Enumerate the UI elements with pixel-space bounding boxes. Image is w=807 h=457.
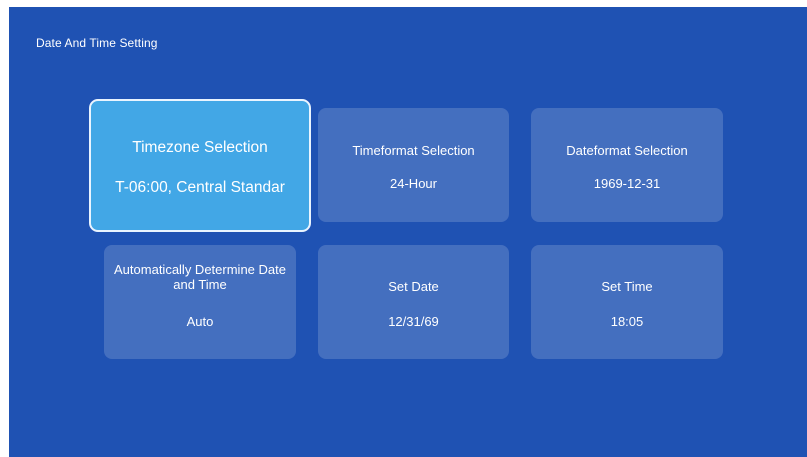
timezone-selection-value: T-06:00, Central Standar bbox=[115, 179, 285, 196]
timezone-selection-label: Timezone Selection bbox=[132, 139, 268, 156]
dateformat-selection-value: 1969-12-31 bbox=[593, 176, 661, 191]
set-time-label: Set Time bbox=[601, 279, 653, 294]
timeformat-selection-value: 24-Hour bbox=[390, 176, 437, 191]
dateformat-selection-label: Dateformat Selection bbox=[566, 143, 688, 158]
set-time-value: 18:05 bbox=[610, 314, 644, 329]
dateformat-selection-tile[interactable]: Dateformat Selection 1969-12-31 bbox=[531, 108, 723, 222]
set-date-label: Set Date bbox=[388, 279, 439, 294]
page-title: Date And Time Setting bbox=[36, 36, 158, 50]
timezone-selection-tile[interactable]: Timezone Selection T-06:00, Central Stan… bbox=[89, 99, 311, 232]
auto-date-time-tile[interactable]: Automatically Determine Date and Time Au… bbox=[104, 245, 296, 359]
set-date-tile[interactable]: Set Date 12/31/69 bbox=[318, 245, 509, 359]
auto-date-time-label: Automatically Determine Date and Time bbox=[114, 262, 286, 292]
auto-date-time-value: Auto bbox=[186, 314, 214, 329]
timeformat-selection-tile[interactable]: Timeformat Selection 24-Hour bbox=[318, 108, 509, 222]
timeformat-selection-label: Timeformat Selection bbox=[352, 143, 475, 158]
settings-screen: Date And Time Setting Timezone Selection… bbox=[9, 7, 807, 457]
set-time-tile[interactable]: Set Time 18:05 bbox=[531, 245, 723, 359]
set-date-value: 12/31/69 bbox=[388, 314, 439, 329]
